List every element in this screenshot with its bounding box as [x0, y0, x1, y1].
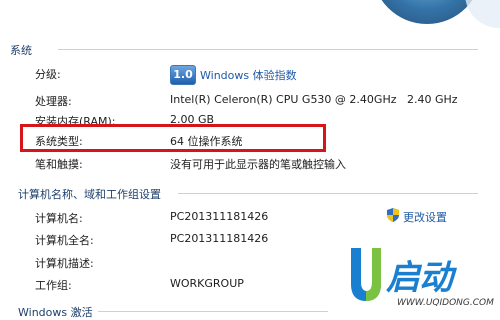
section-title-system: 系统 — [10, 44, 32, 57]
section-divider — [178, 193, 478, 194]
experience-index-badge[interactable]: 1.0 — [170, 65, 196, 85]
workgroup-label: 工作组: — [35, 279, 72, 292]
section-title-activation: Windows 激活 — [18, 306, 93, 319]
section-title-computer-name: 计算机名称、域和工作组设置 — [18, 188, 161, 201]
computer-name-value: PC201311181426 — [170, 210, 269, 223]
orb-rim — [465, 0, 500, 28]
section-divider — [98, 311, 328, 312]
pen-touch-value: 没有可用于此显示器的笔或触控输入 — [170, 158, 346, 171]
section-divider — [58, 49, 478, 50]
uac-shield-icon — [387, 208, 399, 222]
brand-watermark-logo: 启动 WWW.UQIDONG.COM — [348, 246, 494, 312]
brand-url: WWW.UQIDONG.COM — [397, 298, 494, 308]
system-type-value: 64 位操作系统 — [170, 135, 243, 148]
system-type-label: 系统类型: — [35, 135, 83, 148]
brand-u-icon — [351, 248, 381, 301]
computer-full-name-value: PC201311181426 — [170, 232, 269, 245]
computer-description-label: 计算机描述: — [35, 257, 94, 270]
processor-value: Intel(R) Celeron(R) CPU G530 @ 2.40GHz 2… — [170, 93, 458, 106]
rating-label: 分级: — [35, 68, 61, 81]
pen-touch-label: 笔和触摸: — [35, 158, 83, 171]
computer-full-name-label: 计算机全名: — [35, 234, 94, 247]
change-settings-link[interactable]: 更改设置 — [403, 209, 447, 225]
brand-name: 启动 — [386, 258, 453, 298]
processor-label: 处理器: — [35, 95, 72, 108]
computer-name-label: 计算机名: — [35, 212, 83, 225]
experience-index-link[interactable]: Windows 体验指数 — [200, 67, 297, 83]
workgroup-value: WORKGROUP — [170, 277, 244, 290]
